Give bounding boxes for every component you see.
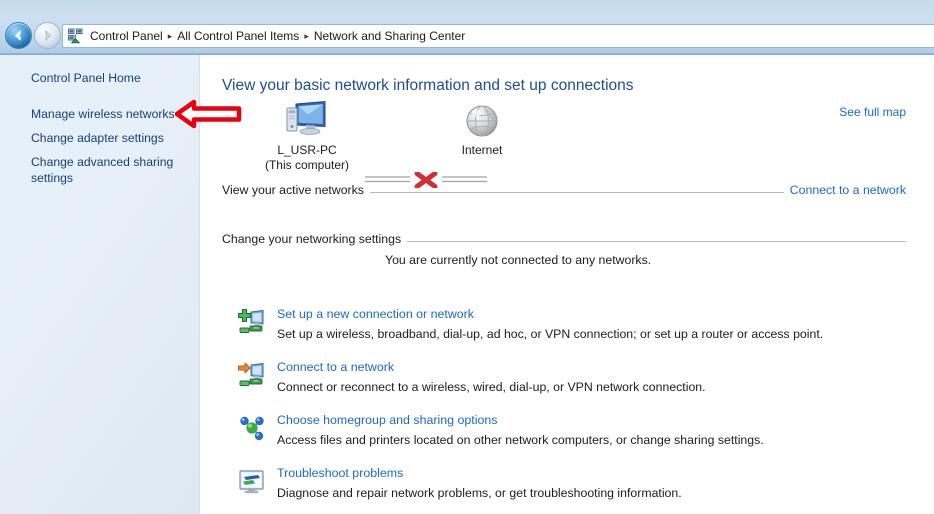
networking-settings-heading: Change your networking settings: [222, 232, 408, 246]
choose-homegroup-link[interactable]: Choose homegroup and sharing options: [277, 413, 497, 427]
task-choose-homegroup[interactable]: Choose homegroup and sharing options Acc…: [201, 411, 934, 464]
internet-label: Internet: [461, 143, 503, 157]
set-up-new-connection-link[interactable]: Set up a new connection or network: [277, 307, 474, 321]
homegroup-icon: [237, 414, 267, 444]
network-map-computer-node[interactable]: L_USR-PC (This computer): [242, 100, 372, 173]
troubleshoot-icon: [237, 467, 267, 497]
computer-subtitle: (This computer): [264, 158, 350, 172]
sidebar: Control Panel Home Manage wireless netwo…: [0, 55, 200, 514]
sidebar-item-change-adapter-settings[interactable]: Change adapter settings: [31, 130, 164, 146]
computer-icon: [242, 100, 372, 140]
no-networks-message: You are currently not connected to any n…: [385, 253, 652, 267]
networking-settings-section-header: Change your networking settings: [201, 232, 934, 250]
control-panel-network-icon: [67, 28, 84, 45]
troubleshoot-problems-description: Diagnose and repair network problems, or…: [277, 486, 682, 500]
networking-tasks-list: Set up a new connection or network Set u…: [201, 305, 934, 514]
breadcrumb-network-and-sharing-center[interactable]: Network and Sharing Center: [310, 28, 469, 44]
sidebar-item-change-advanced-sharing-settings[interactable]: Change advanced sharing settings: [31, 154, 181, 186]
connect-to-a-network-link[interactable]: Connect to a network: [783, 183, 906, 197]
sidebar-item-control-panel-home[interactable]: Control Panel Home: [31, 70, 141, 86]
sidebar-item-manage-wireless-networks[interactable]: Manage wireless networks: [31, 106, 175, 122]
back-button[interactable]: [5, 22, 32, 49]
troubleshoot-problems-link[interactable]: Troubleshoot problems: [277, 466, 403, 480]
task-troubleshoot-problems[interactable]: Troubleshoot problems Diagnose and repai…: [201, 464, 934, 514]
breadcrumb-control-panel[interactable]: Control Panel: [86, 28, 167, 44]
computer-name: L_USR-PC: [277, 143, 337, 157]
connect-to-network-description: Connect or reconnect to a wireless, wire…: [277, 380, 706, 394]
window-navigation-bar: Control Panel ▸ All Control Panel Items …: [0, 0, 934, 55]
forward-button[interactable]: [34, 22, 61, 49]
breadcrumb-separator-icon[interactable]: ▸: [303, 31, 310, 41]
task-connect-to-network[interactable]: Connect to a network Connect or reconnec…: [201, 358, 934, 411]
set-up-new-connection-description: Set up a wireless, broadband, dial-up, a…: [277, 327, 824, 341]
network-map-internet-node[interactable]: Internet: [417, 100, 547, 158]
network-sharing-center-window: Control Panel ▸ All Control Panel Items …: [0, 0, 934, 514]
page-title: View your basic network information and …: [222, 77, 634, 94]
task-set-up-new-connection[interactable]: Set up a new connection or network Set u…: [201, 305, 934, 358]
connect-network-icon: [237, 361, 267, 391]
see-full-map-link[interactable]: See full map: [839, 105, 906, 119]
address-breadcrumb-bar[interactable]: Control Panel ▸ All Control Panel Items …: [62, 24, 934, 48]
active-networks-heading: View your active networks: [222, 183, 370, 197]
breadcrumb-all-control-panel-items[interactable]: All Control Panel Items: [173, 28, 303, 44]
choose-homegroup-description: Access files and printers located on oth…: [277, 433, 764, 447]
content-pane: View your basic network information and …: [201, 55, 934, 514]
connect-to-network-link[interactable]: Connect to a network: [277, 360, 394, 374]
active-networks-section-header: View your active networks Connect to a n…: [201, 183, 934, 201]
network-map: L_USR-PC (This computer) Internet: [222, 100, 642, 189]
globe-icon: [417, 100, 547, 140]
new-connection-icon: [237, 308, 267, 338]
